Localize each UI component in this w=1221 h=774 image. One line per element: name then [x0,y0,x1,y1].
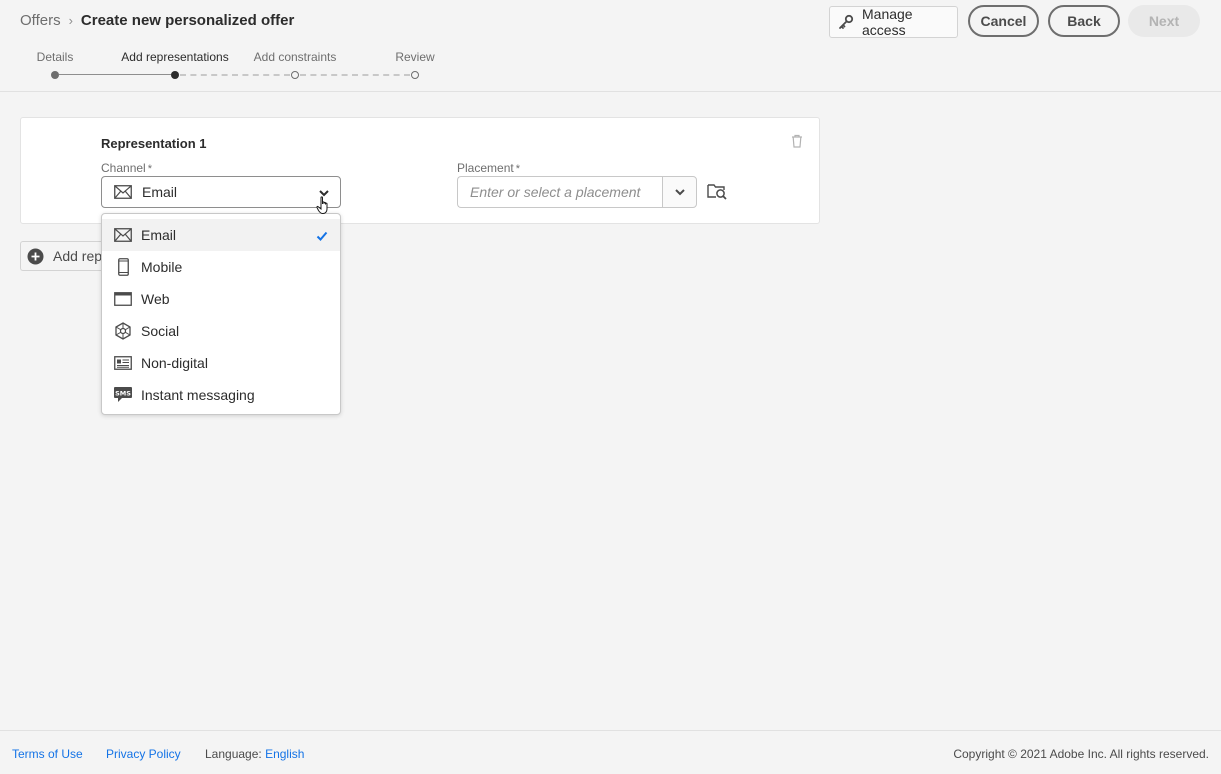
step-label-review: Review [395,50,435,64]
placement-dropdown-button[interactable] [662,176,697,208]
mail-icon [114,228,132,242]
channel-option-label: Email [141,227,177,243]
step-connector [180,74,290,76]
web-icon [114,292,132,306]
channel-option-email[interactable]: Email [102,219,340,251]
step-marker-review [411,71,419,79]
mobile-icon [114,258,132,276]
non-digital-icon [114,356,132,370]
language-link[interactable]: English [265,747,304,761]
representation-card: Representation 1 Channel * Email Placemen… [20,117,820,224]
sms-badge-text: SMS [115,389,131,397]
channel-option-social[interactable]: Social [102,315,340,347]
channel-option-label: Web [141,291,170,307]
step-label-details: Details [36,50,74,64]
hand-cursor-icon [316,196,332,220]
channel-select-value: Email [142,184,178,200]
cancel-button[interactable]: Cancel [968,5,1039,37]
delete-representation-icon[interactable] [791,134,803,148]
language-label: Language: [205,747,262,761]
privacy-policy-link[interactable]: Privacy Policy [106,747,181,761]
page-header: Offers › Create new personalized offer M… [0,0,1221,92]
key-icon [838,14,854,30]
channel-option-label: Non-digital [141,355,208,371]
channel-option-instant-messaging[interactable]: SMS Instant messaging [102,379,340,411]
add-icon [27,248,44,265]
step-connector [59,74,171,75]
step-label-add-constraints: Add constraints [253,50,337,64]
chevron-down-icon [674,186,686,198]
representation-title: Representation 1 [101,136,207,151]
manage-access-label: Manage access [862,6,913,38]
language-selector: Language: English [205,747,304,761]
channel-option-label: Social [141,323,180,339]
channel-option-web[interactable]: Web [102,283,340,315]
channel-select[interactable]: Email [101,176,341,208]
step-marker-details [51,71,59,79]
step-marker-add-constraints [291,71,299,79]
social-icon [114,322,132,340]
channel-dropdown-menu: Email Mobile Web Social Non-digital SMS … [101,213,341,415]
channel-option-mobile[interactable]: Mobile [102,251,340,283]
channel-option-non-digital[interactable]: Non-digital [102,347,340,379]
mail-icon [114,185,132,199]
placement-label: Placement * [457,161,520,175]
breadcrumb: Offers › Create new personalized offer [20,12,294,29]
checkmark-icon [316,229,328,245]
page-title: Create new personalized offer [80,12,295,29]
channel-option-label: Mobile [141,259,183,275]
channel-label: Channel * [101,161,152,175]
channel-option-label: Instant messaging [141,387,255,403]
back-button[interactable]: Back [1048,5,1120,37]
placement-combobox [457,176,697,208]
step-marker-add-representations [171,71,179,79]
sms-icon: SMS [114,387,132,403]
copyright-text: Copyright © 2021 Adobe Inc. All rights r… [953,747,1209,761]
step-connector [300,74,410,76]
breadcrumb-separator: › [68,13,73,28]
breadcrumb-offers-link[interactable]: Offers [20,12,61,29]
page-footer: Terms of Use Privacy Policy Language: En… [0,730,1221,774]
step-label-add-representations: Add representations [121,50,229,64]
progress-stepper: Details Add representations Add constrai… [0,48,460,84]
placement-input[interactable] [457,176,662,208]
browse-placements-icon[interactable] [707,182,727,205]
manage-access-button[interactable]: Manage access [829,6,958,38]
next-button[interactable]: Next [1128,5,1200,37]
terms-of-use-link[interactable]: Terms of Use [12,747,83,761]
